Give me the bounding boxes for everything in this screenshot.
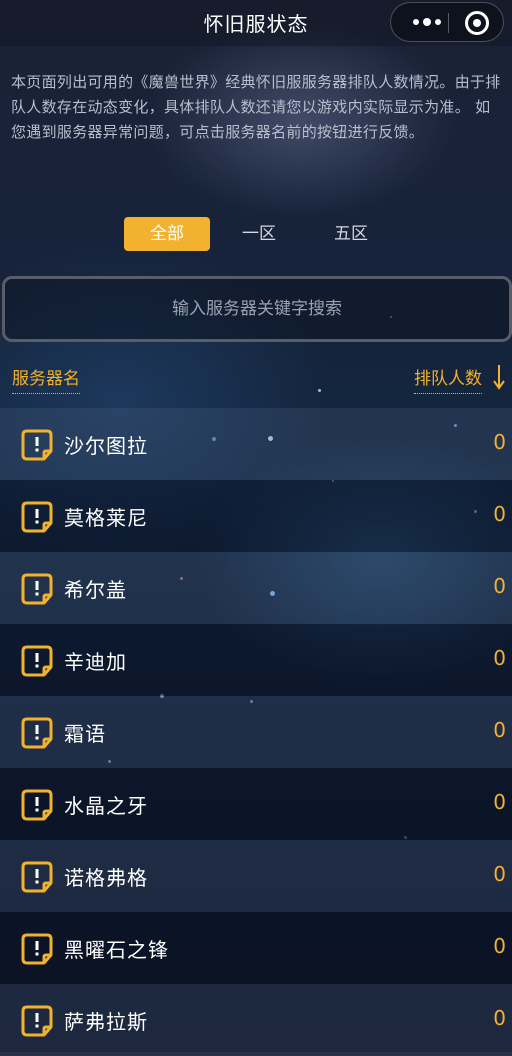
server-row: 黑曜石之锋 0 <box>0 912 512 984</box>
server-name: 希尔盖 <box>64 578 127 602</box>
server-name: 黑曜石之锋 <box>64 938 169 962</box>
server-name: 莫格莱尼 <box>64 506 148 530</box>
queue-count: 0 <box>493 574 506 598</box>
queue-count: 0 <box>493 718 506 742</box>
mini-program-capsule <box>390 2 504 42</box>
capsule-divider <box>448 13 449 33</box>
server-row: 水晶之牙 0 <box>0 768 512 840</box>
notice-text: 本页面列出可用的《魔兽世界》经典怀旧服服务器排队人数情况。由于排队人数存在动态变… <box>11 73 501 141</box>
queue-count: 0 <box>493 1006 506 1030</box>
server-name: 诺格弗格 <box>64 866 148 890</box>
search-input[interactable] <box>5 279 509 339</box>
queue-count: 0 <box>493 502 506 526</box>
queue-count: 0 <box>493 646 506 670</box>
feedback-icon[interactable] <box>20 860 54 894</box>
server-row: 辛迪加 0 <box>0 624 512 696</box>
feedback-icon[interactable] <box>20 932 54 966</box>
target-icon[interactable] <box>465 11 489 35</box>
feedback-icon[interactable] <box>20 572 54 606</box>
tab-all[interactable]: 全部 <box>124 217 210 251</box>
server-row: 诺格弗格 0 <box>0 840 512 912</box>
server-row: 萨弗拉斯 0 <box>0 984 512 1056</box>
column-header-server-name[interactable]: 服务器名 <box>12 364 80 394</box>
queue-count: 0 <box>493 862 506 886</box>
server-name: 水晶之牙 <box>64 794 148 818</box>
server-name: 霜语 <box>64 722 106 746</box>
server-name: 辛迪加 <box>64 650 127 674</box>
server-name: 沙尔图拉 <box>64 434 148 458</box>
feedback-icon[interactable] <box>20 1004 54 1038</box>
tab-zone-1[interactable]: 一区 <box>226 217 292 251</box>
server-row: 莫格莱尼 0 <box>0 480 512 552</box>
server-name: 萨弗拉斯 <box>64 1010 148 1034</box>
sort-down-arrow-icon[interactable] <box>492 364 506 390</box>
feedback-icon[interactable] <box>20 788 54 822</box>
app-header: 怀旧服状态 <box>0 0 512 46</box>
tab-zone-5[interactable]: 五区 <box>318 217 384 251</box>
queue-count: 0 <box>493 934 506 958</box>
feedback-icon[interactable] <box>20 716 54 750</box>
feedback-icon[interactable] <box>20 500 54 534</box>
server-row: 霜语 0 <box>0 696 512 768</box>
server-list: 沙尔图拉 0 莫格莱尼 0 希尔盖 0 辛迪加 0 霜语 0 水晶之牙 0 诺格… <box>0 408 512 1056</box>
feedback-icon[interactable] <box>20 428 54 462</box>
server-row: 希尔盖 0 <box>0 552 512 624</box>
more-dots-icon[interactable] <box>409 11 445 33</box>
server-row: 沙尔图拉 0 <box>0 408 512 480</box>
queue-count: 0 <box>493 430 506 454</box>
search-box <box>2 276 512 342</box>
column-header-queue-count[interactable]: 排队人数 <box>414 364 482 394</box>
feedback-icon[interactable] <box>20 644 54 678</box>
queue-count: 0 <box>493 790 506 814</box>
